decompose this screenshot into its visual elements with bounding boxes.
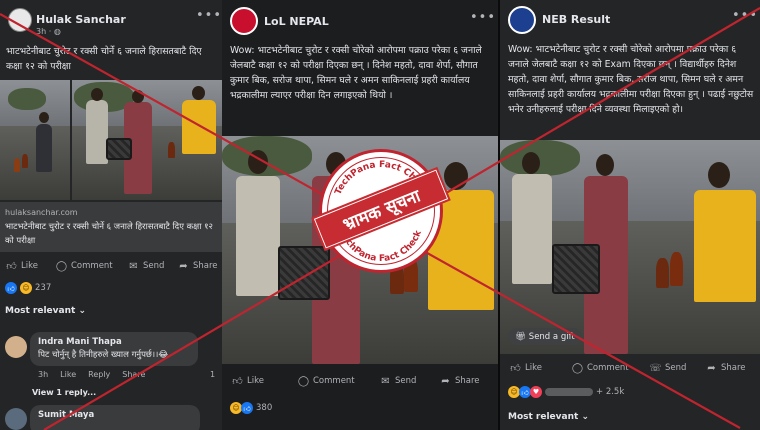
comment-author[interactable]: Sumit Maya <box>38 410 192 420</box>
post-hulak-sanchar: Hulak Sanchar 3h · ◍ ••• भाटभटेनीबाट चुर… <box>0 0 222 430</box>
avatar[interactable] <box>5 336 27 358</box>
comment-button[interactable]: ◯ Comment <box>298 369 355 393</box>
comment-author[interactable]: Indra Mani Thapa <box>38 337 190 347</box>
post-photo[interactable] <box>72 80 222 200</box>
post-text: Wow: भाटभटेनीबाट चुरोट र रक्सी चोरेको आर… <box>230 45 482 101</box>
reactor-names-redacted <box>545 388 593 396</box>
more-options-icon[interactable]: ••• <box>732 8 758 23</box>
messenger-icon: ✉ <box>381 375 390 387</box>
share-button[interactable]: ➦ Share <box>440 369 479 393</box>
reaction-summary[interactable]: 👍︎ ☺ 237 <box>5 282 51 294</box>
comment-button[interactable]: ◯ Comment <box>572 356 629 380</box>
thumbs-up-icon: 👍︎ <box>232 376 243 387</box>
comment-icon: ◯ <box>55 260 68 272</box>
page-avatar[interactable] <box>508 6 536 34</box>
link-title: भाटभटेनीबाट चुरोट र रक्सी चोर्ने ६ जनाले… <box>5 222 213 246</box>
send-button[interactable]: ✉ Send <box>128 254 164 278</box>
love-reaction-icon: ♥ <box>530 386 542 398</box>
comment-icon: ◯ <box>571 362 584 374</box>
reaction-summary[interactable]: ☺ 👍︎ 380 <box>230 402 272 414</box>
post-photo[interactable] <box>0 80 70 200</box>
gift-icon: 🎁︎ <box>515 331 526 342</box>
globe-icon: ◍ <box>53 27 61 36</box>
comment-sort-dropdown[interactable]: Most relevant ⌄ <box>508 412 589 422</box>
post-photo[interactable] <box>500 140 760 354</box>
like-button[interactable]: 👍︎ Like <box>510 356 542 380</box>
post-neb-result: NEB Result ••• Wow: भाटभटेनीबाट चुरोट र … <box>500 0 760 430</box>
chevron-down-icon: ⌄ <box>581 412 589 422</box>
messenger-icon: ✉ <box>129 260 138 272</box>
view-replies-link[interactable]: View 1 reply... <box>32 388 96 397</box>
link-preview[interactable]: hulaksanchar.com भाटभटेनीबाट चुरोट र रक्… <box>0 202 222 252</box>
like-reaction-icon: 👍︎ <box>5 282 17 294</box>
whatsapp-icon: ☏ <box>649 362 662 374</box>
page-name[interactable]: LoL NEPAL <box>264 15 329 28</box>
page-avatar[interactable] <box>8 8 32 32</box>
more-options-icon[interactable]: ••• <box>196 8 222 23</box>
fact-check-stamp: TechPana Fact Check TechPana Fact Check … <box>305 147 455 277</box>
post-actions: 👍︎ Like ◯ Comment ☏ Send ➦ Share <box>500 356 760 380</box>
comment-share-link[interactable]: Share <box>122 370 145 379</box>
like-reaction-icon: 👍︎ <box>241 402 253 414</box>
share-icon: ➦ <box>707 362 716 374</box>
comment-text: पिट चोर्नुन् है तिनीहरुले ख्याल गर्नुपर्… <box>38 350 169 360</box>
thumbs-up-icon: 👍︎ <box>510 363 521 374</box>
page-name[interactable]: NEB Result <box>542 13 610 26</box>
share-button[interactable]: ➦ Share <box>706 356 745 380</box>
thumbs-up-icon: 👍︎ <box>6 261 17 272</box>
share-button[interactable]: ➦ Share <box>178 254 217 278</box>
like-button[interactable]: 👍︎ Like <box>232 369 264 393</box>
comment-button[interactable]: ◯ Comment <box>56 254 113 278</box>
reaction-count: 380 <box>256 403 273 413</box>
comment-meta: 3h Like Reply Share <box>38 370 146 379</box>
reaction-count: 237 <box>35 283 52 293</box>
link-domain: hulaksanchar.com <box>5 208 78 217</box>
comment-sort-dropdown[interactable]: Most relevant ⌄ <box>5 306 86 316</box>
post-time: 3h · ◍ <box>36 27 61 36</box>
haha-reaction-icon: ☺ <box>20 282 32 294</box>
comment: Indra Mani Thapa पिट चोर्नुन् है तिनीहरु… <box>30 332 198 366</box>
comment: Sumit Maya <box>30 405 200 430</box>
post-text: Wow: भाटभटेनीबाट चुरोट र रक्सी चोरेको आर… <box>508 44 754 115</box>
whatsapp-button[interactable]: ☏ Send <box>649 356 686 380</box>
reaction-count: + 2.5k <box>596 387 625 397</box>
like-button[interactable]: 👍︎ Like <box>6 254 38 278</box>
send-button[interactable]: ✉ Send <box>380 369 416 393</box>
send-gift-button[interactable]: 🎁︎ Send a gift <box>508 328 582 345</box>
reaction-summary[interactable]: ☺ 👍︎ ♥ + 2.5k <box>508 386 624 398</box>
comment-reply-link[interactable]: Reply <box>88 370 110 379</box>
page-avatar[interactable] <box>230 7 258 35</box>
post-actions: 👍︎ Like ◯ Comment ✉ Send ➦ Share <box>0 254 222 278</box>
share-icon: ➦ <box>179 260 188 272</box>
comment-like-link[interactable]: Like <box>60 370 76 379</box>
post-text: भाटभटेनीबाट चुरोट र रक्सी चोर्ने ६ जनाले… <box>6 46 202 72</box>
comment-icon: ◯ <box>297 375 310 387</box>
share-icon: ➦ <box>441 375 450 387</box>
comment-reaction-count: 1 <box>210 370 216 379</box>
avatar[interactable] <box>5 408 27 430</box>
chevron-down-icon: ⌄ <box>78 306 86 316</box>
post-actions: 👍︎ Like ◯ Comment ✉ Send ➦ Share <box>222 369 498 393</box>
page-name[interactable]: Hulak Sanchar <box>36 13 126 26</box>
more-options-icon[interactable]: ••• <box>470 10 496 25</box>
